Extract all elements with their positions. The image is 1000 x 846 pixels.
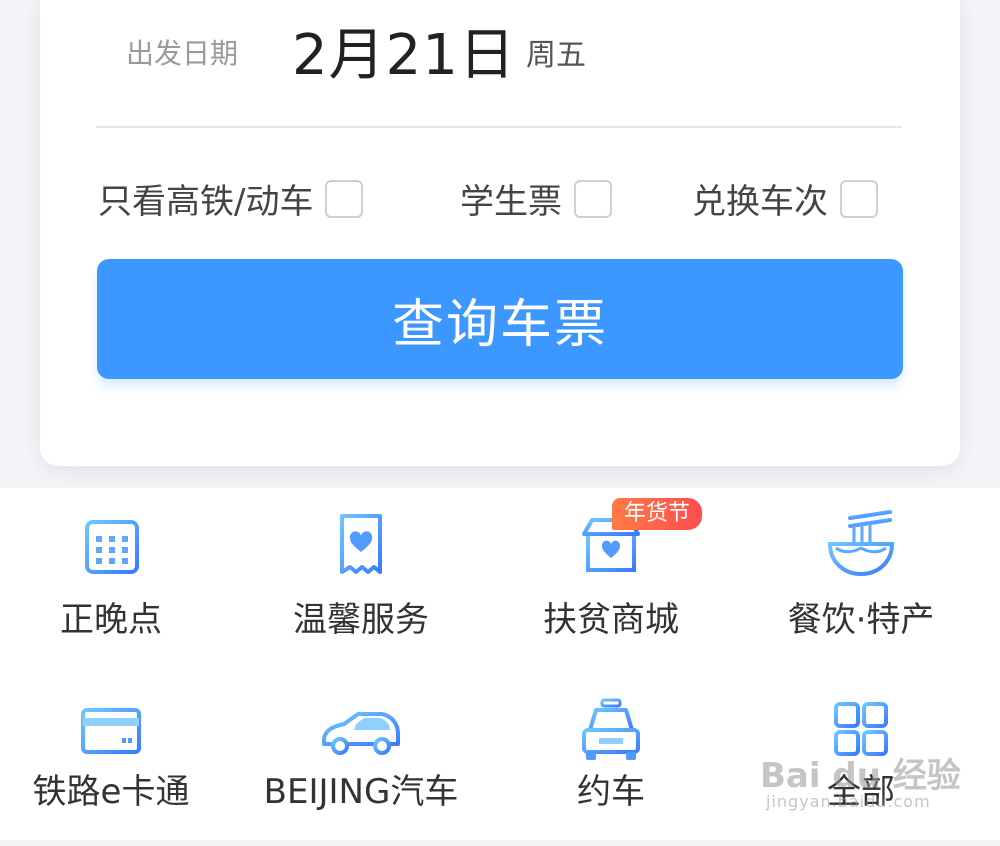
service-label: 铁路e卡通	[32, 772, 190, 812]
watermark-main: Bai du 经验	[760, 756, 961, 796]
departure-weekday: 周五	[526, 38, 586, 73]
option-student-ticket[interactable]: 学生票	[460, 174, 612, 223]
option-exchange-train[interactable]: 兑换车次	[692, 174, 878, 223]
departure-date-label: 出发日期	[126, 37, 239, 70]
watermark-sub: jingyan.baidu.com	[766, 792, 931, 811]
service-care[interactable]: 温馨服务	[236, 488, 486, 658]
option-label: 学生票	[460, 182, 562, 222]
noodle-bowl-icon	[827, 510, 895, 577]
filter-options: 只看高铁/动车 学生票 兑换车次	[40, 156, 960, 236]
service-label: 餐饮·特产	[787, 600, 935, 640]
service-label: BEIJING汽车	[263, 772, 459, 812]
car-icon	[322, 712, 400, 755]
new-year-goods-badge: 年货节	[612, 498, 703, 530]
option-label: 只看高铁/动车	[98, 182, 314, 222]
baidu-watermark: Bai du 经验 jingyan.baidu.com	[760, 748, 980, 828]
calendar-icon	[85, 514, 139, 574]
search-tickets-button[interactable]: 查询车票	[97, 259, 903, 379]
taxi-icon	[582, 698, 640, 760]
student-ticket-checkbox[interactable]	[574, 179, 612, 218]
card-icon	[81, 708, 141, 754]
service-ride-hailing[interactable]: 约车	[486, 676, 736, 846]
service-beijing-auto[interactable]: BEIJING汽车	[236, 676, 486, 846]
service-label: 温馨服务	[293, 600, 429, 640]
option-label: 兑换车次	[692, 182, 828, 222]
service-on-time[interactable]: 正晚点	[0, 488, 236, 658]
service-rail-ecard[interactable]: 铁路e卡通	[0, 676, 236, 846]
divider	[96, 126, 902, 128]
highspeed-only-checkbox[interactable]	[325, 179, 364, 218]
departure-date-value[interactable]: 2月21日	[292, 10, 516, 91]
service-label: 扶贫商城	[543, 600, 679, 640]
service-label: 约车	[577, 772, 645, 812]
exchange-train-checkbox[interactable]	[840, 179, 878, 218]
ticket-search-card: 出发日期 2月21日 周五 只看高铁/动车 学生票 兑换车次 查询车票	[40, 0, 960, 466]
service-dining[interactable]: 餐饮·特产	[736, 488, 986, 658]
service-label: 正晚点	[60, 600, 162, 640]
ticket-heart-icon	[340, 514, 382, 574]
option-highspeed-only[interactable]: 只看高铁/动车	[98, 174, 364, 223]
departure-date-row[interactable]: 出发日期 2月21日 周五	[40, 0, 960, 128]
